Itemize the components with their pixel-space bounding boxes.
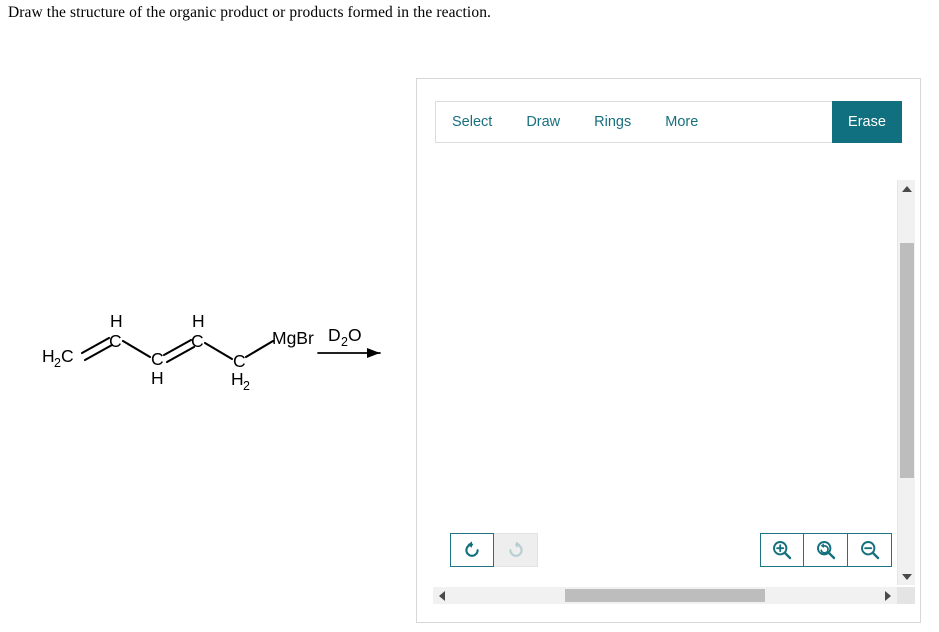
reaction-structure-svg: H 2 C C H C H C H C H 2 MgBr D 2 O — [42, 311, 381, 393]
redo-button[interactable] — [494, 533, 538, 567]
reagent-label-d2o-oxygen: O — [348, 325, 362, 345]
scroll-right-button[interactable] — [879, 587, 897, 604]
menu-item-select-label: Select — [452, 114, 493, 130]
atom-label-c3: C — [151, 349, 164, 369]
reaction-scheme: H 2 C C H C H C H C H 2 MgBr D 2 O — [40, 305, 410, 405]
horizontal-scrollbar-thumb[interactable] — [565, 589, 765, 602]
atom-label-c4-h: H — [192, 311, 205, 331]
atom-label-c1: C — [61, 346, 74, 366]
erase-button-label: Erase — [848, 114, 886, 130]
menu-item-draw[interactable]: Draw — [509, 102, 577, 142]
vertical-scrollbar[interactable] — [897, 180, 915, 585]
reagent-label-d2o-subscript: 2 — [341, 335, 348, 349]
erase-button[interactable]: Erase — [832, 101, 902, 143]
zoom-in-icon — [773, 541, 792, 560]
atom-label-c3-h: H — [151, 368, 164, 388]
menu-item-rings-label: Rings — [594, 114, 632, 130]
menu-item-rings[interactable]: Rings — [577, 102, 648, 142]
redo-icon — [508, 541, 523, 557]
zoom-out-icon — [860, 541, 879, 560]
undo-redo-group — [450, 533, 538, 567]
reagent-label-d2o: D — [328, 325, 341, 345]
scroll-down-button[interactable] — [898, 568, 915, 585]
vertical-scrollbar-thumb[interactable] — [900, 243, 914, 478]
triangle-up-icon — [901, 185, 912, 192]
zoom-out-button[interactable] — [848, 533, 892, 567]
undo-button[interactable] — [450, 533, 494, 567]
menu-item-draw-label: Draw — [526, 114, 561, 130]
menu-item-more[interactable]: More — [648, 102, 715, 142]
zoom-reset-button[interactable] — [804, 533, 848, 567]
menu-item-select[interactable]: Select — [436, 102, 509, 142]
undo-icon — [465, 541, 479, 557]
atom-label-c5: C — [233, 351, 246, 371]
atom-label-h2c-subscript: 2 — [54, 356, 61, 370]
reaction-arrow-head — [367, 348, 380, 358]
atom-label-c2: C — [109, 331, 122, 351]
triangle-down-icon — [901, 573, 912, 580]
zoom-controls-group — [760, 533, 892, 567]
horizontal-scrollbar[interactable] — [433, 587, 897, 604]
triangle-left-icon — [439, 590, 445, 601]
menu-item-more-label: More — [665, 114, 699, 130]
atom-label-mgbr: MgBr — [272, 328, 314, 348]
atom-label-c5-h-subscript: 2 — [243, 379, 250, 393]
atom-label-c4: C — [191, 331, 204, 351]
scroll-up-button[interactable] — [898, 180, 915, 197]
page-title: Draw the structure of the organic produc… — [8, 4, 492, 21]
atom-label-h2c: H — [42, 346, 55, 366]
atom-label-c5-h: H — [231, 369, 244, 389]
triangle-right-icon — [885, 590, 891, 601]
drawing-canvas[interactable] — [435, 159, 902, 579]
scroll-left-button[interactable] — [433, 587, 451, 604]
editor-toolbar: Select Draw Rings More Erase — [435, 101, 902, 143]
molecule-editor-panel: Select Draw Rings More Erase — [416, 78, 921, 623]
zoom-in-button[interactable] — [760, 533, 804, 567]
zoom-reset-icon — [816, 541, 835, 560]
atom-label-c2-h: H — [110, 311, 123, 331]
scrollbar-corner — [897, 587, 915, 604]
